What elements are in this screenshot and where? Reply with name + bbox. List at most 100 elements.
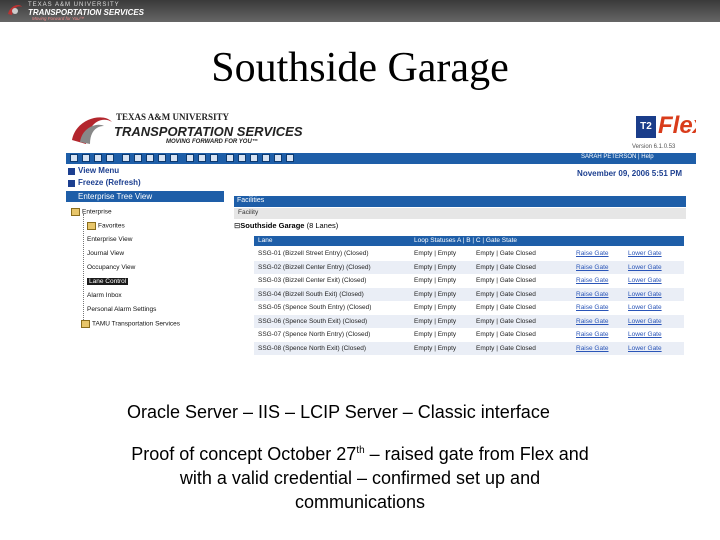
table-row: SSG-02 (Bizzell Center Entry) (Closed) Em… <box>254 260 684 274</box>
lane-name: SSG-04 (Bizzell South Exit) (Closed) <box>258 290 364 298</box>
tree-node-alarm-inbox[interactable]: Alarm Inbox <box>87 292 122 299</box>
loop-status: Empty | Empty <box>414 331 457 338</box>
lane-name: SSG-08 (Spence North Exit) (Closed) <box>258 344 367 352</box>
raise-gate-link[interactable]: Raise Gate <box>576 291 609 298</box>
breadcrumb[interactable]: Facilities <box>234 196 686 207</box>
lane-name: SSG-02 (Bizzell Center Entry) (Closed) <box>258 263 371 271</box>
tool-icon-a[interactable] <box>186 154 194 162</box>
caption-line4: communications <box>294 492 426 512</box>
settings-icon[interactable] <box>146 154 154 162</box>
tool-icon-g[interactable] <box>262 154 270 162</box>
banner-line3: Moving Forward for You™ <box>32 16 85 21</box>
tree-line <box>83 214 84 326</box>
home-icon[interactable] <box>94 154 102 162</box>
table-row: SSG-08 (Spence North Exit) (Closed) Empty… <box>254 341 684 355</box>
lower-gate-link[interactable]: Lower Gate <box>628 264 662 271</box>
table-row: SSG-07 (Spence North Entry) (Closed) Empt… <box>254 328 684 341</box>
explorer-header[interactable]: Enterprise Tree View <box>66 191 224 202</box>
col-lane: Lane <box>258 237 273 244</box>
lower-gate-link[interactable]: Lower Gate <box>628 250 662 257</box>
facility-header: Facility <box>234 208 686 219</box>
freeze-refresh-link[interactable]: Freeze (Refresh) <box>78 178 141 187</box>
raise-gate-link[interactable]: Raise Gate <box>576 250 609 257</box>
lane-table-header: Lane Loop Statuses A | B | C | Gate Stat… <box>254 236 684 246</box>
raise-gate-link[interactable]: Raise Gate <box>576 345 609 352</box>
tool-icon-e[interactable] <box>238 154 246 162</box>
flex-logo: Flex <box>658 112 696 139</box>
tree-node-lane-control[interactable]: Lane Control <box>87 278 129 285</box>
table-row: SSG-03 (Bizzell Center Exit) (Closed) Emp… <box>254 274 684 287</box>
tool-icon-h[interactable] <box>274 154 282 162</box>
loop-status: Empty | Empty <box>414 277 457 284</box>
tool-icon-c[interactable] <box>210 154 218 162</box>
tree-node-personal-alarm-settings[interactable]: Personal Alarm Settings <box>87 306 156 313</box>
lower-gate-link[interactable]: Lower Gate <box>628 345 662 352</box>
gate-state: Empty | Gate Closed <box>476 317 536 325</box>
raise-gate-link[interactable]: Raise Gate <box>576 277 609 284</box>
tree-node-tamu-ts[interactable]: TAMU Transportation Services <box>81 320 180 328</box>
print-icon[interactable] <box>122 154 130 162</box>
lower-gate-link[interactable]: Lower Gate <box>628 291 662 298</box>
org-tagline: MOVING FORWARD FOR YOU™ <box>166 139 258 145</box>
loop-status: Empty | Empty <box>414 290 457 298</box>
lower-gate-link[interactable]: Lower Gate <box>628 331 662 338</box>
tool-icon-d[interactable] <box>226 154 234 162</box>
table-row: SSG-05 (Spence South Entry) (Closed) Empt… <box>254 301 684 314</box>
caption-line1: Oracle Server – IIS – LCIP Server – Clas… <box>127 402 550 422</box>
gate-state: Empty | Gate Closed <box>476 331 536 338</box>
tamu-logo-icon <box>6 2 24 18</box>
version-label: Version 6.1.0.53 <box>632 144 676 150</box>
main-content: November 09, 2006 5:51 PM Facilities Fac… <box>234 166 686 364</box>
raise-gate-link[interactable]: Raise Gate <box>576 304 609 311</box>
lane-name: SSG-05 (Spence South Entry) (Closed) <box>258 304 372 311</box>
tree-node-enterprise[interactable]: Enterprise <box>71 208 112 216</box>
tool-icon-f[interactable] <box>250 154 258 162</box>
caption-line3: with a valid credential – confirmed set … <box>179 468 541 488</box>
t2-logo: T2 <box>636 116 656 138</box>
folder-icon <box>81 320 90 328</box>
garage-title[interactable]: ⊟Southside Garage (8 Lanes) <box>234 221 338 230</box>
folder-icon <box>87 222 96 230</box>
gate-state: Empty | Gate Closed <box>476 277 536 284</box>
tool-icon-b[interactable] <box>198 154 206 162</box>
loop-status: Empty | Empty <box>414 317 457 325</box>
search-icon[interactable] <box>106 154 114 162</box>
lower-gate-link[interactable]: Lower Gate <box>628 304 662 311</box>
report-icon[interactable] <box>170 154 178 162</box>
menu-icon[interactable] <box>70 154 78 162</box>
gate-state: Empty | Gate Closed <box>476 304 536 311</box>
tree-node-enterprise-view[interactable]: Enterprise View <box>87 236 132 243</box>
tamu-swoosh-icon <box>70 110 114 153</box>
date-bar: November 09, 2006 5:51 PM <box>234 166 686 182</box>
app-screenshot: TEXAS A&M UNIVERSITY TRANSPORTATION SERV… <box>66 106 696 364</box>
raise-gate-link[interactable]: Raise Gate <box>576 264 609 271</box>
table-row: SSG-01 (Bizzell Street Entry) (Closed) Em… <box>254 247 684 260</box>
table-row: SSG-04 (Bizzell South Exit) (Closed) Empt… <box>254 287 684 301</box>
tree-node-occupancy-view[interactable]: Occupancy View <box>87 264 135 271</box>
raise-gate-link[interactable]: Raise Gate <box>576 331 609 338</box>
loop-status: Empty | Empty <box>414 263 457 271</box>
org-line1: TEXAS A&M UNIVERSITY <box>116 112 230 122</box>
tree-node-journal-view[interactable]: Journal View <box>87 250 124 257</box>
view-menu-arrow-icon <box>68 168 75 175</box>
user-status[interactable]: SARAH PETERSON | Help <box>581 154 654 160</box>
lower-gate-link[interactable]: Lower Gate <box>628 318 662 325</box>
loop-status: Empty | Empty <box>414 344 457 352</box>
lane-name: SSG-01 (Bizzell Street Entry) (Closed) <box>258 250 369 257</box>
raise-gate-link[interactable]: Raise Gate <box>576 318 609 325</box>
help-icon[interactable] <box>286 154 294 162</box>
view-menu-link[interactable]: View Menu <box>78 166 119 175</box>
lower-gate-link[interactable]: Lower Gate <box>628 277 662 284</box>
org-line2: TRANSPORTATION SERVICES <box>114 124 303 139</box>
lane-name: SSG-07 (Spence North Entry) (Closed) <box>258 331 371 338</box>
user-icon[interactable] <box>134 154 142 162</box>
gate-state: Empty | Gate Closed <box>476 344 536 352</box>
alarm-icon[interactable] <box>158 154 166 162</box>
app-header: TEXAS A&M UNIVERSITY TRANSPORTATION SERV… <box>66 106 696 153</box>
freeze-arrow-icon <box>68 180 75 187</box>
tree-icon[interactable] <box>82 154 90 162</box>
lane-name: SSG-06 (Spence South Exit) (Closed) <box>258 317 368 325</box>
tree-node-favorites[interactable]: Favorites <box>87 222 125 230</box>
explorer-label: Enterprise Tree View <box>78 192 153 201</box>
loop-status: Empty | Empty <box>414 250 457 257</box>
